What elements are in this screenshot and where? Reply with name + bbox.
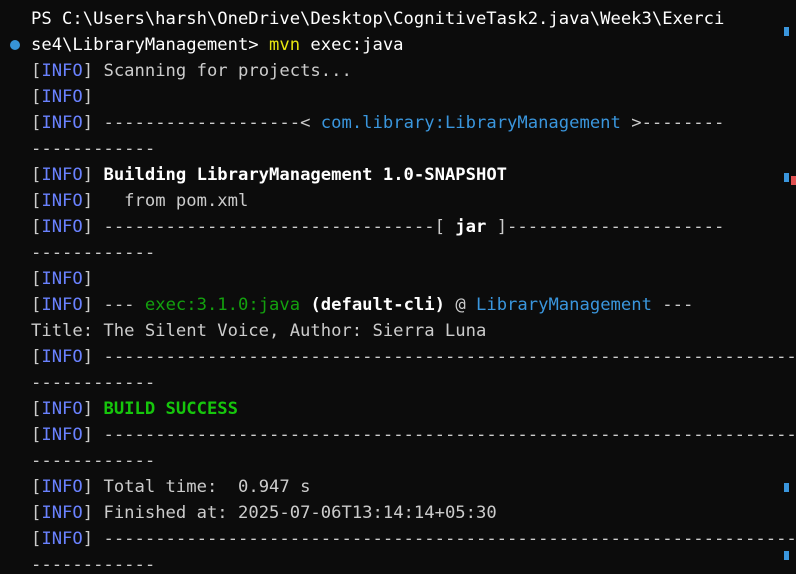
- log-line: [INFO] -------------------< com.library:…: [31, 113, 725, 133]
- log-line: [INFO]: [31, 87, 94, 107]
- log-line-wrap: ------------: [31, 451, 156, 471]
- prompt-line-1: PS C:\Users\harsh\OneDrive\Desktop\Cogni…: [31, 9, 725, 29]
- scroll-marker-icon: [784, 551, 789, 560]
- log-line: [INFO] ---------------------------------…: [31, 347, 796, 367]
- command-name: mvn: [269, 35, 301, 55]
- log-line: [INFO] ---------------------------------…: [31, 529, 796, 549]
- packaging-label: jar: [455, 217, 487, 237]
- scroll-marker-icon: [784, 483, 789, 492]
- exec-project: LibraryManagement: [476, 295, 652, 315]
- log-line: [INFO] from pom.xml: [31, 191, 249, 211]
- log-line: [INFO] --- exec:3.1.0:java (default-cli)…: [31, 295, 694, 315]
- log-line: [INFO] Building LibraryManagement 1.0-SN…: [31, 165, 508, 185]
- terminal-output[interactable]: PS C:\Users\harsh\OneDrive\Desktop\Cogni…: [0, 0, 796, 574]
- log-line: [INFO]: [31, 269, 94, 289]
- program-output: Title: The Silent Voice, Author: Sierra …: [31, 321, 487, 341]
- log-line: [INFO] ---------------------------------…: [31, 425, 796, 445]
- building-label: Building LibraryManagement 1.0-SNAPSHOT: [103, 165, 508, 185]
- project-id: com.library:LibraryManagement: [320, 113, 621, 133]
- log-line: [INFO] Total time: 0.947 s: [31, 477, 311, 497]
- scroll-marker-icon: [784, 173, 789, 182]
- scrollbar[interactable]: [782, 0, 796, 574]
- prompt-line-2: se4\LibraryManagement> mvn exec:java: [31, 35, 404, 55]
- log-line-wrap: ------------: [31, 243, 156, 263]
- build-status: BUILD SUCCESS: [103, 399, 238, 419]
- exec-goal: exec:3.1.0:java: [144, 295, 301, 315]
- scroll-marker-icon: [784, 27, 789, 36]
- log-line-wrap: ------------: [31, 373, 156, 393]
- command-args: exec:java: [300, 35, 404, 55]
- log-line: [INFO] Scanning for projects...: [31, 61, 352, 81]
- command-decoration-dot-icon[interactable]: [10, 40, 20, 50]
- log-line: [INFO] BUILD SUCCESS: [31, 399, 238, 419]
- log-line-wrap: ------------: [31, 555, 156, 574]
- scroll-marker-error-icon: [791, 176, 796, 185]
- log-line: [INFO] Finished at: 2025-07-06T13:14:14+…: [31, 503, 497, 523]
- log-line-wrap: ------------: [31, 139, 156, 159]
- log-line: [INFO] --------------------------------[…: [31, 217, 725, 237]
